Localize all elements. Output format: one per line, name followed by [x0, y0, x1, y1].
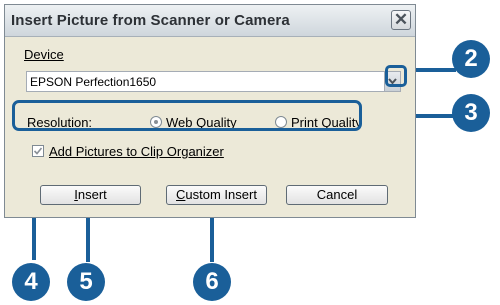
title-bar[interactable]: Insert Picture from Scanner or Camera ✕ — [5, 5, 415, 37]
dialog-title: Insert Picture from Scanner or Camera — [11, 12, 290, 29]
callout-badge-2: 2 — [452, 40, 490, 78]
custom-insert-button[interactable]: Custom Insert — [166, 185, 267, 205]
resolution-highlight-outline — [12, 100, 362, 131]
close-icon: ✕ — [393, 10, 409, 29]
device-label: Device — [24, 47, 64, 62]
callout-badge-6: 6 — [193, 263, 231, 301]
device-selected-value: EPSON Perfection1650 — [30, 75, 157, 89]
device-dropdown[interactable]: EPSON Perfection1650 — [26, 71, 401, 92]
insert-button[interactable]: Insert — [40, 185, 141, 205]
cancel-button[interactable]: Cancel — [286, 185, 388, 205]
callout-badge-5: 5 — [67, 263, 105, 301]
clip-organizer-checkbox[interactable] — [32, 145, 44, 157]
clip-organizer-label[interactable]: Add Pictures to Clip Organizer — [49, 144, 224, 159]
dropdown-highlight-outline — [385, 65, 407, 87]
callout-badge-4: 4 — [12, 263, 50, 301]
close-button[interactable]: ✕ — [391, 10, 411, 30]
callout-badge-3: 3 — [452, 94, 490, 132]
checkmark-icon — [33, 147, 43, 155]
